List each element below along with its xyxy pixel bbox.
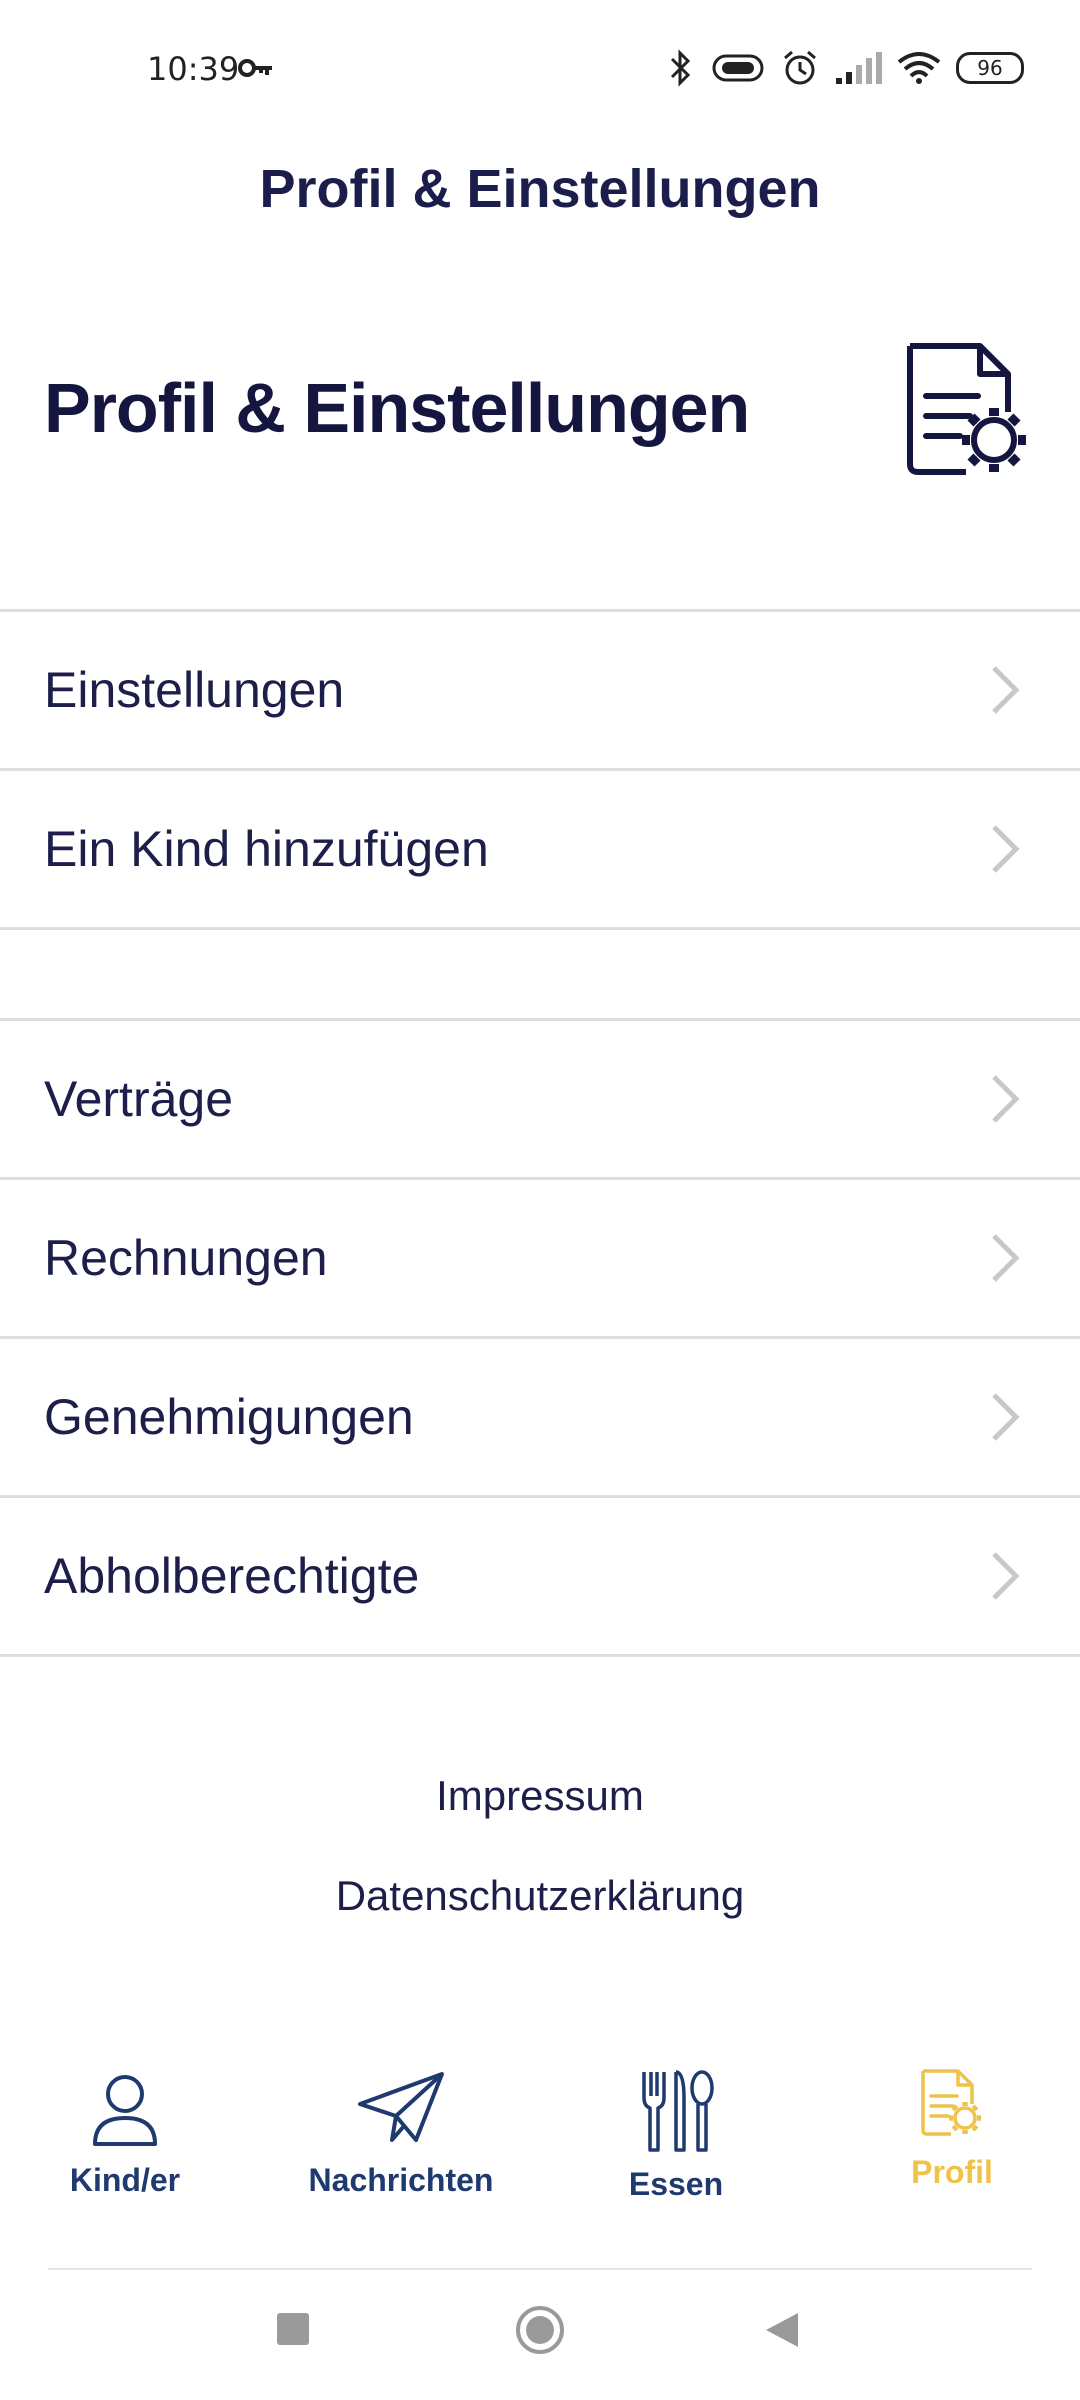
battery-indicator: 96 <box>956 52 1024 84</box>
menu-item-rechnungen[interactable]: Rechnungen <box>0 1180 1080 1339</box>
chevron-right-icon <box>992 1075 1020 1123</box>
nav-tab-meals[interactable]: Essen <box>541 2068 811 2203</box>
chevron-right-icon <box>992 825 1020 873</box>
chevron-right-icon <box>992 1393 1020 1441</box>
battery-level: 96 <box>977 56 1003 80</box>
page-heading: Profil & Einstellungen <box>44 369 750 447</box>
menu-item-label: Ein Kind hinzufügen <box>44 821 489 877</box>
chevron-right-icon <box>992 1552 1020 1600</box>
menu-group-profile: Einstellungen Ein Kind hinzufügen <box>0 609 1080 930</box>
recent-apps-icon[interactable] <box>274 2310 312 2348</box>
back-icon[interactable] <box>762 2310 802 2350</box>
home-icon[interactable] <box>514 2304 566 2356</box>
menu-item-add-child[interactable]: Ein Kind hinzufügen <box>0 771 1080 930</box>
wifi-icon <box>897 52 941 84</box>
menu-item-einstellungen[interactable]: Einstellungen <box>0 612 1080 771</box>
nav-tab-children[interactable]: Kind/er <box>0 2068 260 2199</box>
vibrate-icon <box>712 54 764 82</box>
status-icons: 96 <box>666 48 1024 88</box>
cutlery-icon <box>642 2070 714 2152</box>
status-bar: 10:39 96 <box>0 0 1080 140</box>
vpn-key-icon <box>238 59 272 77</box>
menu-item-vertraege[interactable]: Verträge <box>0 1021 1080 1180</box>
menu-item-genehmigungen[interactable]: Genehmigungen <box>0 1339 1080 1498</box>
nav-tab-label: Profil <box>911 2154 993 2190</box>
impressum-link[interactable]: Impressum <box>0 1772 1080 1820</box>
nav-tab-label: Nachrichten <box>308 2162 494 2198</box>
bottom-navigation: Kind/er Nachrichten Essen Profil <box>0 2068 1080 2268</box>
chevron-right-icon <box>992 666 1020 714</box>
menu-group-documents: Verträge Rechnungen Genehmigungen Abholb… <box>0 1018 1080 1657</box>
privacy-policy-link[interactable]: Datenschutzerklärung <box>0 1872 1080 1920</box>
signal-icon <box>836 52 882 84</box>
app-bar-title: Profil & Einstellungen <box>259 159 821 219</box>
alarm-icon <box>784 50 816 85</box>
document-settings-icon <box>921 2069 981 2136</box>
menu-item-label: Verträge <box>44 1071 234 1127</box>
nav-tab-label: Essen <box>628 2166 724 2202</box>
person-icon <box>93 2075 157 2146</box>
menu-item-label: Genehmigungen <box>44 1389 414 1445</box>
menu-item-label: Einstellungen <box>44 662 345 718</box>
document-settings-icon <box>907 343 1026 475</box>
nav-tab-label: Kind/er <box>69 2162 181 2198</box>
paper-plane-icon <box>358 2072 444 2142</box>
chevron-right-icon <box>992 1234 1020 1282</box>
menu-item-label: Abholberechtigte <box>44 1548 420 1604</box>
nav-tab-profile[interactable]: Profil <box>817 2068 1080 2191</box>
menu-item-abholberechtigte[interactable]: Abholberechtigte <box>0 1498 1080 1657</box>
status-time: 10:39 <box>147 50 240 88</box>
nav-divider <box>48 2268 1032 2270</box>
system-navigation-bar <box>0 2290 1080 2380</box>
nav-tab-messages[interactable]: Nachrichten <box>266 2068 536 2199</box>
bluetooth-icon <box>670 49 691 87</box>
menu-item-label: Rechnungen <box>44 1230 328 1286</box>
